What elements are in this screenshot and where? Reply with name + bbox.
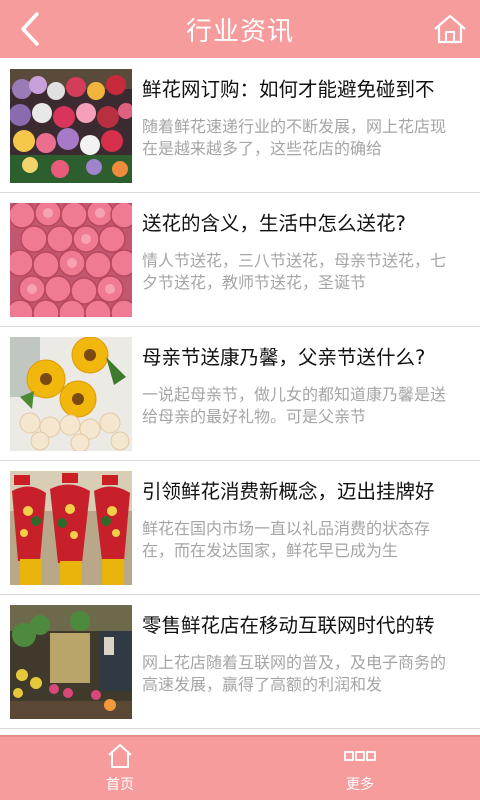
back-button[interactable] (10, 9, 50, 49)
nav-more-label: 更多 (346, 777, 374, 793)
article-summary: 网上花店随着互联网的普及，及电子商务的高速发展，赢得了高额的利润和发 (142, 653, 447, 694)
article-title: 鲜花网订购：如何才能避免碰到不 (142, 78, 435, 101)
article-item[interactable]: 零售鲜花店在移动互联网时代的转 网上花店随着互联网的普及，及电子商务的高速发展，… (0, 595, 480, 729)
nav-home-button[interactable]: 首页 (0, 735, 240, 800)
article-summary: 鲜花在国内市场一直以礼品消费的状态存在，而在发达国家，鲜花早已成为生 (142, 519, 431, 560)
article-item[interactable]: 引领鲜花消费新概念，迈出挂牌好 鲜花在国内市场一直以礼品消费的状态存在，而在发达… (0, 461, 480, 595)
article-item[interactable]: 鲜花网订购：如何才能避免碰到不 随着鲜花速递行业的不断发展，网上花店现在是越来越… (0, 58, 480, 193)
top-bar: 行业资讯 (0, 0, 480, 58)
article-summary: 一说起母亲节，做儿女的都知道康乃馨是送给母亲的最好礼物。可是父亲节 (142, 385, 447, 426)
flower-baskets-image (10, 471, 132, 585)
article-item[interactable]: 母亲节送康乃馨，父亲节送什么? 一说起母亲节，做儿女的都知道康乃馨是送给母亲的最… (0, 327, 480, 461)
article-title: 母亲节送康乃馨，父亲节送什么? (142, 346, 426, 369)
sunflower-bouquet-image (10, 337, 132, 451)
bottom-nav: 首页 更多 (0, 735, 480, 800)
pink-roses-image (10, 203, 132, 317)
bottom-divider (0, 735, 480, 737)
article-title: 送花的含义，生活中怎么送花? (142, 212, 406, 235)
home-icon (434, 14, 466, 44)
nav-home-label: 首页 (106, 777, 134, 793)
more-icon (344, 751, 376, 761)
article-summary: 情人节送花，三八节送花，母亲节送花，七夕节送花，教师节送花，圣诞节 (142, 251, 447, 292)
chevron-left-icon (21, 12, 39, 46)
article-item[interactable]: 送花的含义，生活中怎么送花? 情人节送花，三八节送花，母亲节送花，七夕节送花，教… (0, 193, 480, 327)
home-icon (108, 744, 132, 768)
nav-more-button[interactable]: 更多 (240, 735, 480, 800)
article-summary: 随着鲜花速递行业的不断发展，网上花店现在是越来越多了，这些花店的确给 (142, 117, 447, 158)
article-list: 鲜花网订购：如何才能避免碰到不 随着鲜花速递行业的不断发展，网上花店现在是越来越… (0, 58, 480, 735)
page-title: 行业资讯 (185, 16, 294, 47)
home-button[interactable] (428, 9, 472, 49)
flower-market-image (10, 69, 132, 183)
flower-shop-image (10, 605, 132, 719)
article-title: 引领鲜花消费新概念，迈出挂牌好 (142, 480, 435, 503)
article-title: 零售鲜花店在移动互联网时代的转 (142, 614, 435, 637)
